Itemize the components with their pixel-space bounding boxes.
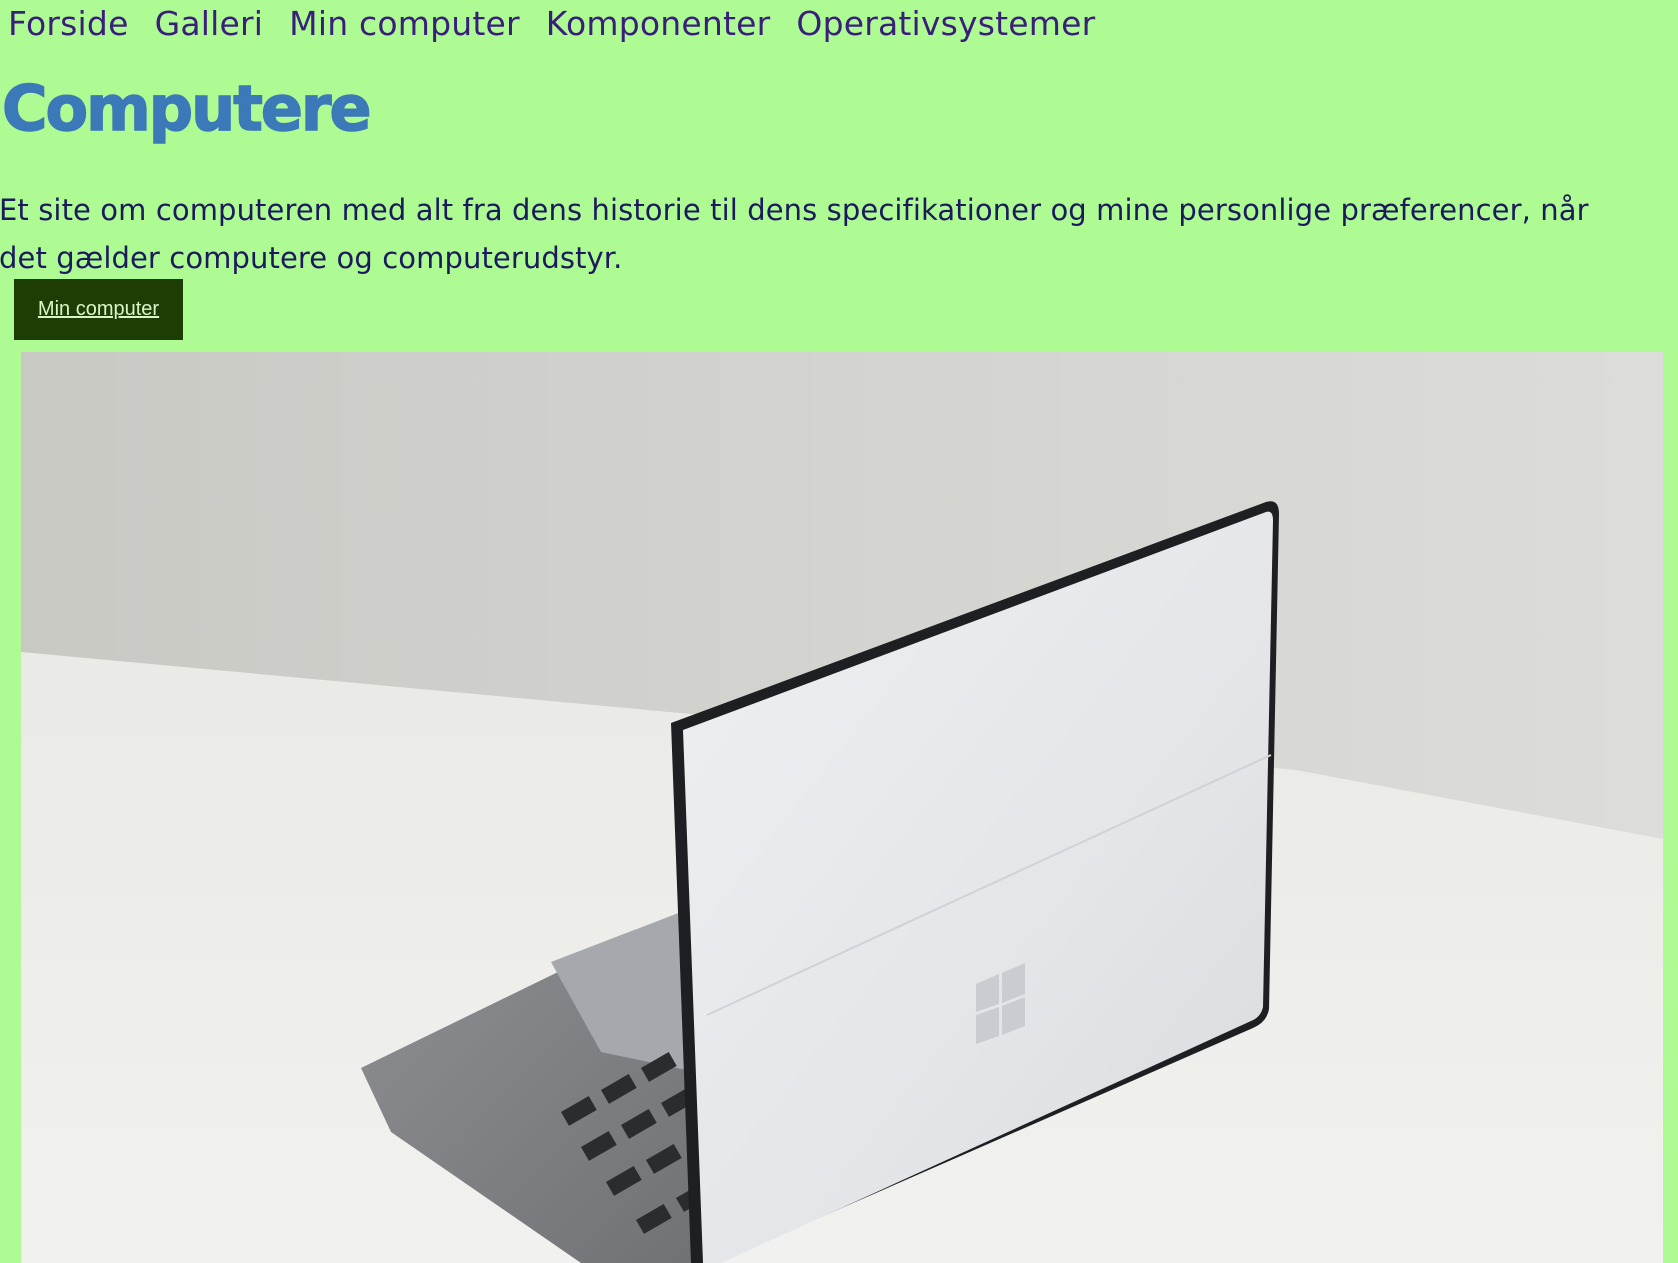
main-nav: Forside Galleri Min computer Komponenter… xyxy=(8,0,1095,46)
nav-link-operativsystemer[interactable]: Operativsystemer xyxy=(796,4,1095,43)
nav-link-min-computer[interactable]: Min computer xyxy=(289,4,520,43)
nav-link-komponenter[interactable]: Komponenter xyxy=(546,4,771,43)
nav-link-galleri[interactable]: Galleri xyxy=(155,4,264,43)
page-title: Computere xyxy=(1,71,372,146)
page: Forside Galleri Min computer Komponenter… xyxy=(0,0,1678,1263)
laptop-photo xyxy=(21,352,1663,1263)
min-computer-button[interactable]: Min computer xyxy=(14,279,183,340)
intro-text: Et site om computeren med alt fra dens h… xyxy=(0,193,1589,275)
nav-link-forside[interactable]: Forside xyxy=(8,4,129,43)
laptop-illustration xyxy=(21,352,1663,1263)
